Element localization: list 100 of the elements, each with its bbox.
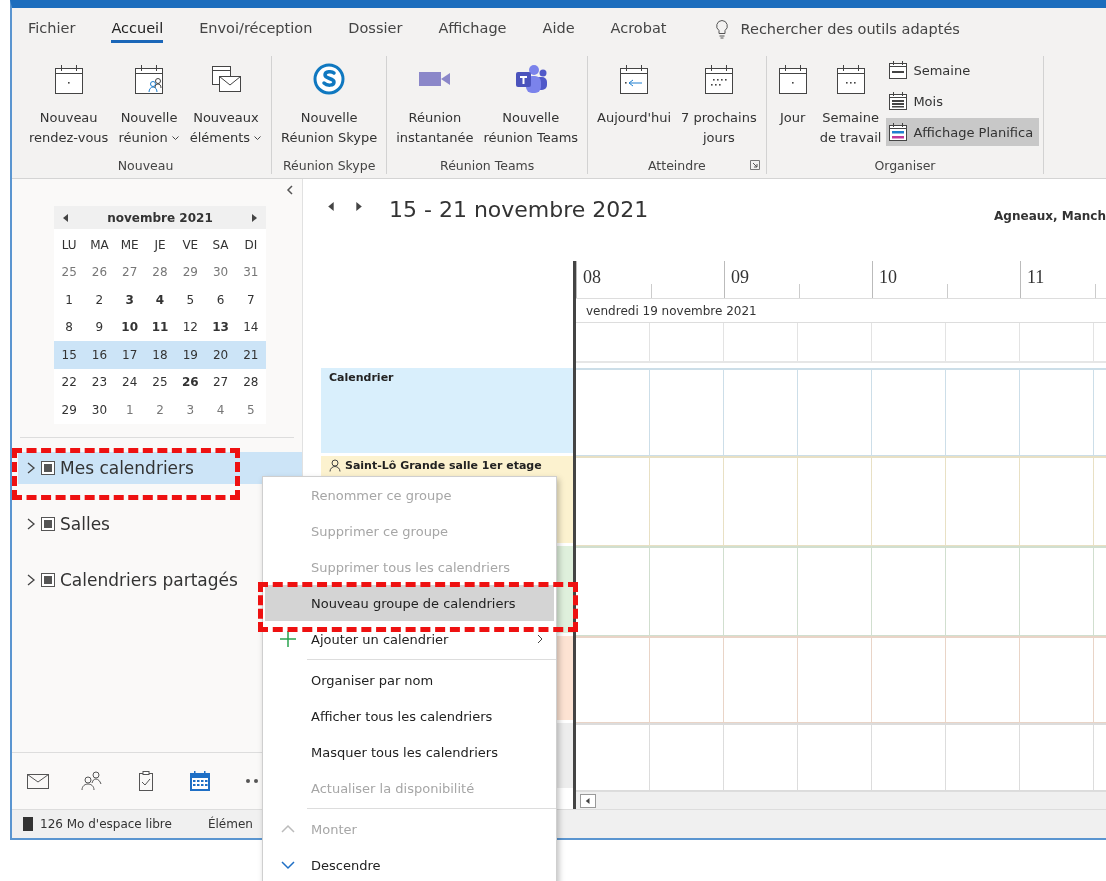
view-button[interactable]: Affichage Planifica: [886, 118, 1040, 146]
weekday-label: DI: [243, 236, 259, 254]
calendar-day[interactable]: 29: [54, 396, 85, 424]
menu-item[interactable]: Masquer tous les calendriers: [265, 734, 554, 770]
weekday-label: MA: [89, 236, 110, 254]
ribbon-button[interactable]: Semaine de travail: [814, 56, 887, 148]
next-month-icon[interactable]: [250, 212, 258, 223]
previous-month-icon[interactable]: [62, 212, 70, 223]
calendar-day[interactable]: 1: [114, 396, 145, 424]
calendar-day[interactable]: 3: [175, 396, 206, 424]
calendar-day[interactable]: 13: [205, 313, 236, 341]
calendar-day[interactable]: 17: [114, 341, 145, 369]
menu-item[interactable]: Ajouter un calendrier: [265, 621, 554, 657]
row-label: Saint-Lô Grande salle 1er etage: [345, 459, 542, 472]
calendar-day[interactable]: 15: [54, 341, 85, 369]
person-icon: [329, 459, 341, 472]
ribbon-tab[interactable]: Accueil: [111, 15, 164, 43]
calendar-day[interactable]: 4: [205, 396, 236, 424]
dialog-launcher-icon[interactable]: [749, 160, 760, 170]
schedule-view-icon: [888, 122, 909, 142]
calendar-day[interactable]: 24: [114, 368, 145, 396]
calendar-day[interactable]: 9: [84, 313, 115, 341]
calendar-day[interactable]: 16: [84, 341, 115, 369]
calendar-day[interactable]: 26: [84, 258, 115, 286]
calendar-day[interactable]: 4: [144, 286, 176, 314]
storage-icon: [22, 816, 34, 832]
calendar-day[interactable]: 29: [175, 258, 206, 286]
calendar-day[interactable]: 23: [84, 368, 115, 396]
view-button[interactable]: Semaine: [886, 56, 1040, 84]
ribbon-tab[interactable]: Envoi/réception: [199, 15, 313, 43]
calendar-day[interactable]: 18: [144, 341, 176, 369]
hour-label: 08: [583, 267, 601, 287]
calendar-day[interactable]: 27: [205, 368, 236, 396]
lightbulb-icon: [714, 19, 729, 39]
calendar-day[interactable]: 30: [84, 396, 115, 424]
group-checkbox-icon: [40, 571, 56, 588]
calendar-icon[interactable]: [187, 769, 213, 793]
ribbon-tab[interactable]: Aide: [542, 15, 575, 43]
collapse-icon[interactable]: [286, 184, 294, 196]
ribbon-button[interactable]: Nouveaux éléments: [184, 56, 268, 148]
calendar-day[interactable]: 25: [144, 368, 176, 396]
calendar-day[interactable]: 28: [235, 368, 266, 396]
menu-item[interactable]: Descendre: [265, 847, 554, 881]
calendar-day[interactable]: 22: [54, 368, 85, 396]
calendar-day[interactable]: 31: [235, 258, 266, 286]
calendar-day[interactable]: 30: [205, 258, 236, 286]
scroll-left-icon[interactable]: [585, 796, 591, 805]
calendar-day[interactable]: 6: [205, 286, 236, 314]
ribbon-tab[interactable]: Acrobat: [610, 15, 667, 43]
ribbon-tab[interactable]: Dossier: [348, 15, 403, 43]
calendar-day[interactable]: 8: [54, 313, 85, 341]
calendar-day[interactable]: 2: [84, 286, 115, 314]
calendar-group[interactable]: Mes calendriers: [18, 451, 302, 484]
date-header: vendredi 19 novembre 2021: [586, 303, 757, 318]
ribbon-button[interactable]: Jour: [770, 56, 815, 128]
row-label: Calendrier: [329, 371, 394, 384]
month-title: novembre 2021: [107, 210, 213, 225]
calendar-day[interactable]: 12: [175, 313, 206, 341]
group-checkbox-icon: [40, 459, 56, 476]
ribbon-tab[interactable]: Fichier: [28, 15, 76, 43]
menu-item[interactable]: Organiser par nom: [265, 662, 554, 698]
weekday-label: VE: [181, 236, 200, 254]
view-button[interactable]: Mois: [886, 87, 1040, 115]
ribbon-tab[interactable]: Affichage: [438, 15, 507, 43]
ribbon-button[interactable]: Nouvelle réunion Teams: [478, 56, 584, 148]
ribbon-button[interactable]: Réunion instantanée: [391, 56, 479, 148]
ribbon-button[interactable]: Nouvelle Réunion Skype: [276, 56, 383, 148]
calendar-day[interactable]: 28: [144, 258, 176, 286]
ribbon-button[interactable]: Nouveau rendez-vous: [24, 56, 114, 148]
calendar-day[interactable]: 10: [114, 313, 145, 341]
calendar-day[interactable]: 3: [114, 286, 145, 314]
calendar-day[interactable]: 14: [235, 313, 266, 341]
expand-icon: [26, 460, 36, 475]
calendar-day[interactable]: 19: [175, 341, 206, 369]
calendar-day[interactable]: 20: [205, 341, 236, 369]
calendar-day[interactable]: 21: [235, 341, 266, 369]
ribbon-button[interactable]: 7 prochains jours: [676, 56, 762, 148]
horizontal-scrollbar[interactable]: [576, 791, 1106, 809]
weekday-label: ME: [119, 236, 140, 254]
menu-item[interactable]: Nouveau groupe de calendriers: [265, 585, 554, 621]
tell-me-search[interactable]: Rechercher des outils adaptés: [714, 19, 960, 39]
group-label: Atteindre: [648, 157, 706, 173]
row-header[interactable]: Calendrier: [321, 368, 573, 456]
ribbon-button[interactable]: Aujourd'hui: [592, 56, 677, 128]
previous-week-icon[interactable]: [327, 201, 336, 212]
calendar-day[interactable]: 11: [144, 313, 176, 341]
calendar-day[interactable]: 2: [144, 396, 176, 424]
calendar-day[interactable]: 5: [175, 286, 206, 314]
calendar-day[interactable]: 1: [54, 286, 85, 314]
next-week-icon[interactable]: [354, 201, 363, 212]
calendar-day[interactable]: 25: [54, 258, 85, 286]
location-label: Agneaux, Manch: [994, 209, 1106, 223]
hour-label: 10: [879, 267, 897, 287]
calendar-day[interactable]: 7: [235, 286, 266, 314]
calendar-day[interactable]: 26: [175, 368, 206, 396]
calendar-day[interactable]: 27: [114, 258, 145, 286]
calendar-day[interactable]: 5: [235, 396, 266, 424]
ribbon-button[interactable]: Nouvelle réunion: [113, 56, 185, 148]
menu-item[interactable]: Afficher tous les calendriers: [265, 698, 554, 734]
chevron-down-icon: [280, 860, 296, 870]
